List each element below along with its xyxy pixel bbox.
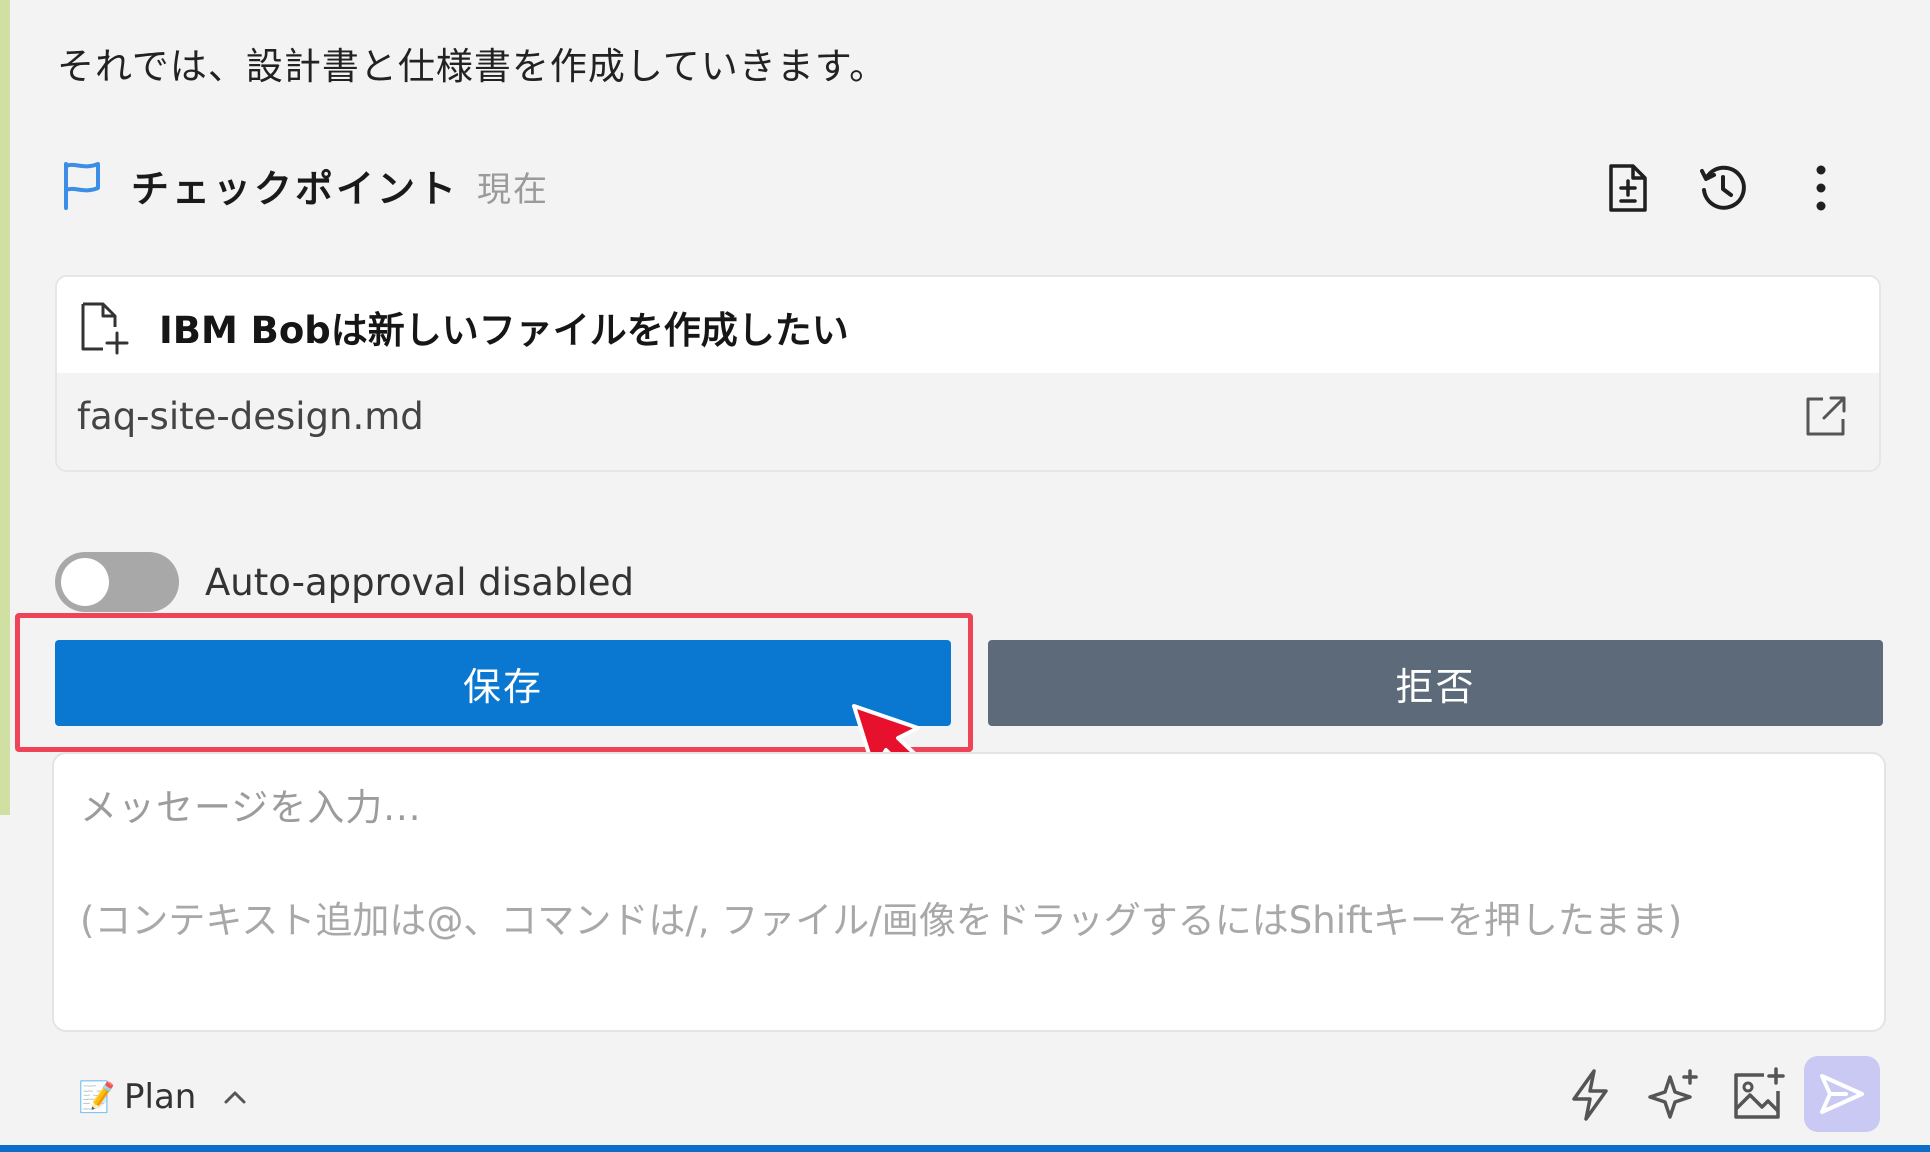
mode-selector[interactable]: 📝 Plan — [78, 1072, 248, 1122]
more-vertical-icon — [1816, 165, 1826, 211]
checkpoint-row: チェックポイント 現在 — [57, 150, 1857, 230]
file-card-title: IBM Bobは新しいファイルを作成したい — [159, 309, 849, 352]
more-options-button[interactable] — [1791, 158, 1851, 218]
save-button[interactable]: 保存 — [55, 640, 951, 726]
file-card-body[interactable]: faq-site-design.md — [57, 373, 1879, 470]
file-card-header: IBM Bobは新しいファイルを作成したい — [57, 277, 1879, 373]
send-button[interactable] — [1804, 1056, 1880, 1132]
file-add-icon — [81, 302, 129, 355]
mode-label: Plan — [124, 1077, 197, 1117]
checkpoint-actions — [1597, 158, 1857, 218]
file-name[interactable]: faq-site-design.md — [77, 395, 424, 438]
checkpoint-status: 現在 — [477, 170, 549, 210]
toggle-knob — [61, 558, 109, 606]
bottom-status-bar — [0, 1145, 1930, 1152]
history-icon — [1700, 165, 1746, 210]
message-input[interactable]: メッセージを入力... (コンテキスト追加は@、コマンドは/, ファイル/画像を… — [52, 752, 1886, 1032]
page: それでは、設計書と仕様書を作成していきます。 チェックポイント 現在 IBM B… — [0, 0, 1930, 1152]
left-accent-bar — [0, 0, 10, 815]
message-placeholder: メッセージを入力... — [80, 786, 422, 829]
memo-icon: 📝 — [78, 1079, 116, 1115]
add-image-icon[interactable] — [1728, 1065, 1788, 1125]
send-icon — [1820, 1074, 1864, 1114]
open-external-icon[interactable] — [1803, 393, 1849, 439]
file-diff-icon — [1609, 164, 1647, 212]
sparkle-icon[interactable] — [1644, 1065, 1704, 1125]
file-diff-button[interactable] — [1597, 158, 1657, 218]
file-card: IBM Bobは新しいファイルを作成したい faq-site-design.md — [55, 275, 1881, 472]
checkpoint-label: チェックポイント — [131, 167, 460, 211]
message-hint: (コンテキスト追加は@、コマンドは/, ファイル/画像をドラッグするにはShif… — [80, 899, 1683, 942]
reject-button[interactable]: 拒否 — [988, 640, 1883, 726]
auto-approval-label: Auto-approval disabled — [205, 561, 634, 604]
history-button[interactable] — [1693, 158, 1753, 218]
flag-icon — [64, 162, 100, 210]
auto-approval-toggle[interactable] — [55, 552, 179, 612]
intro-message: それでは、設計書と仕様書を作成していきます。 — [57, 45, 888, 88]
chevron-up-icon — [224, 1091, 246, 1104]
lightning-icon[interactable] — [1560, 1065, 1620, 1125]
